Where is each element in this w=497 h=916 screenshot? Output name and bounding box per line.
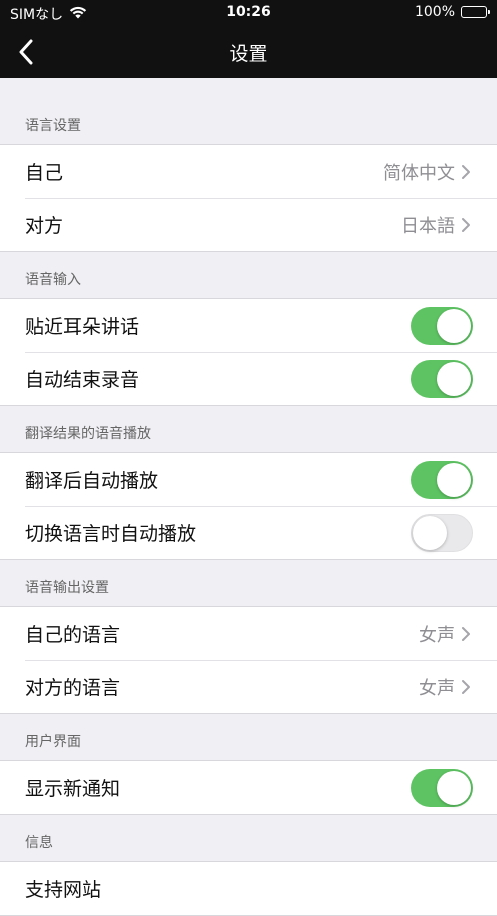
row-value: 女声 bbox=[419, 677, 455, 699]
settings-list: 语言设置 自己 简体中文 对方 日本語 语音输入 贴近耳朵讲话 自动结束录音 翻… bbox=[0, 78, 497, 916]
ear-speak-toggle[interactable] bbox=[411, 306, 473, 345]
row-label: 对方 bbox=[25, 215, 64, 237]
chevron-right-icon bbox=[461, 217, 473, 233]
row-label: 翻译后自动播放 bbox=[25, 470, 159, 492]
auto-play-on-switch-toggle[interactable] bbox=[411, 513, 473, 552]
auto-end-recording-toggle[interactable] bbox=[411, 359, 473, 398]
battery-icon bbox=[461, 6, 490, 18]
row-auto-play-on-switch: 切换语言时自动播放 bbox=[0, 506, 497, 559]
section-header-voice-input: 语音输入 bbox=[25, 272, 81, 288]
row-auto-play-after-translate: 翻译后自动播放 bbox=[0, 453, 497, 506]
row-label: 贴近耳朵讲话 bbox=[25, 316, 140, 338]
page-title: 设置 bbox=[229, 43, 268, 65]
row-label: 自己 bbox=[25, 162, 64, 184]
row-label: 自己的语言 bbox=[25, 624, 121, 646]
group-language: 自己 简体中文 对方 日本語 bbox=[0, 144, 497, 252]
chevron-right-icon bbox=[461, 626, 473, 642]
row-self-voice[interactable]: 自己的语言 女声 bbox=[0, 607, 497, 660]
status-bar: SIMなし 10:26 100% bbox=[0, 0, 497, 26]
show-notifications-toggle[interactable] bbox=[411, 768, 473, 807]
row-label: 显示新通知 bbox=[25, 778, 121, 800]
row-self-language[interactable]: 自己 简体中文 bbox=[0, 145, 497, 198]
navigation-bar: 设置 bbox=[0, 26, 497, 78]
row-ear-speak: 贴近耳朵讲话 bbox=[0, 299, 497, 352]
chevron-right-icon bbox=[461, 164, 473, 180]
group-ui: 显示新通知 bbox=[0, 760, 497, 815]
row-label: 切换语言时自动播放 bbox=[25, 523, 197, 545]
row-value: 日本語 bbox=[401, 215, 455, 237]
section-header-playback: 翻译结果的语音播放 bbox=[25, 426, 151, 442]
row-label: 对方的语言 bbox=[25, 677, 121, 699]
section-header-voice-output: 语音输出设置 bbox=[25, 580, 109, 596]
section-header-ui: 用户界面 bbox=[25, 734, 81, 750]
row-label: 自动结束录音 bbox=[25, 369, 140, 391]
group-voice-input: 贴近耳朵讲话 自动结束录音 bbox=[0, 298, 497, 406]
group-voice-output: 自己的语言 女声 对方的语言 女声 bbox=[0, 606, 497, 714]
row-auto-end-recording: 自动结束录音 bbox=[0, 352, 497, 405]
status-right: 100% bbox=[414, 4, 490, 20]
battery-percent: 100% bbox=[414, 4, 455, 20]
section-header-info: 信息 bbox=[25, 835, 53, 851]
row-value: 女声 bbox=[419, 624, 455, 646]
row-partner-language[interactable]: 对方 日本語 bbox=[0, 198, 497, 251]
group-playback: 翻译后自动播放 切换语言时自动播放 bbox=[0, 452, 497, 560]
section-header-language: 语言设置 bbox=[25, 118, 81, 134]
row-value: 简体中文 bbox=[383, 162, 455, 184]
row-support-website[interactable]: 支持网站 bbox=[0, 862, 497, 915]
row-partner-voice[interactable]: 对方的语言 女声 bbox=[0, 660, 497, 713]
group-info: 支持网站 bbox=[0, 861, 497, 916]
row-label: 支持网站 bbox=[25, 879, 102, 901]
chevron-right-icon bbox=[461, 679, 473, 695]
auto-play-after-translate-toggle[interactable] bbox=[411, 460, 473, 499]
row-show-notifications: 显示新通知 bbox=[0, 761, 497, 814]
